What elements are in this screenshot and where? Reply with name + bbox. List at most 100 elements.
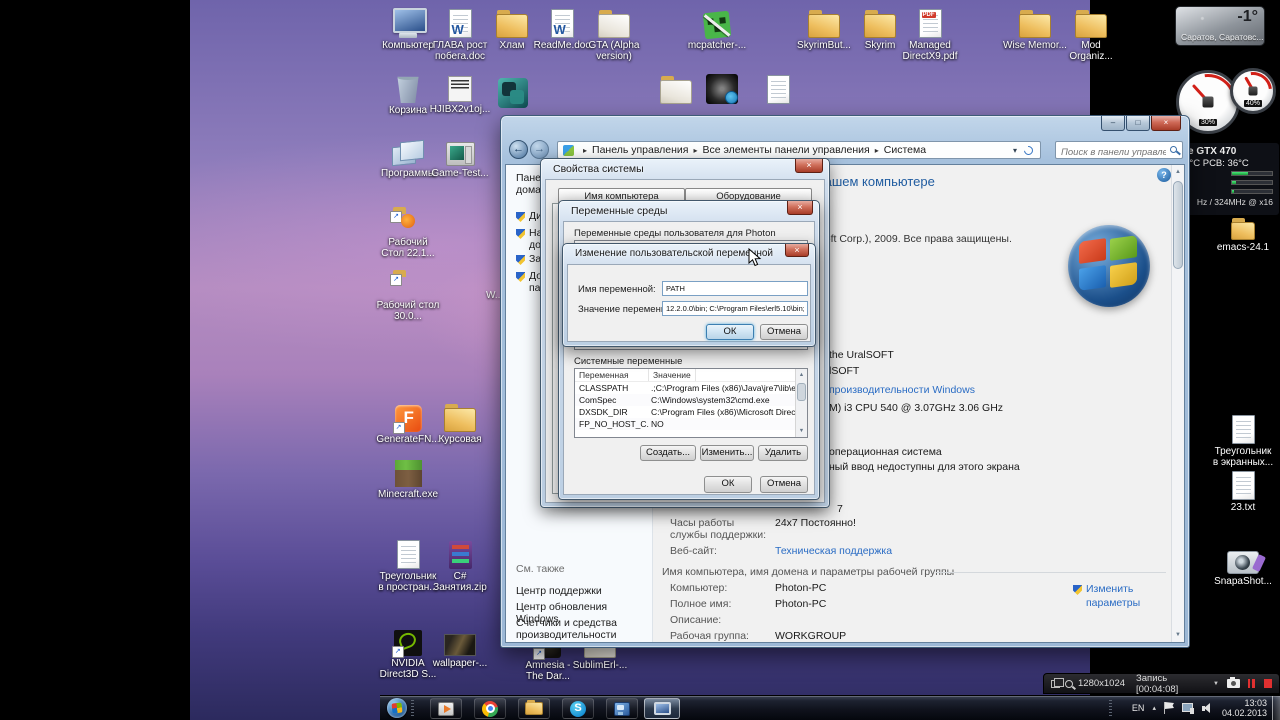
start-button[interactable] bbox=[387, 698, 407, 718]
breadcrumb-item[interactable]: Панель управления bbox=[592, 144, 688, 156]
desktop-icon-wallpaper[interactable]: wallpaper-... bbox=[428, 630, 492, 669]
desktop-icon-zip[interactable]: C# Занятия.zip bbox=[428, 537, 492, 593]
screen: Компьютер ГЛАВА рост побега.doc Хлам Rea… bbox=[0, 0, 1280, 720]
desktop-icon-folder[interactable]: SkyrimBut... bbox=[792, 6, 856, 51]
desktop-icon-folder[interactable]: Mod Organiz... bbox=[1059, 6, 1123, 62]
scrollbar-thumb[interactable] bbox=[1173, 181, 1183, 269]
ok-button[interactable]: ОК bbox=[704, 476, 752, 493]
desktop-icon-folder[interactable]: Wise Memor... bbox=[1003, 6, 1067, 51]
desktop-icon-app[interactable] bbox=[485, 76, 541, 110]
close-button[interactable]: × bbox=[785, 244, 809, 257]
desktop-icon-game-test[interactable]: Game-Test... bbox=[428, 138, 492, 179]
desktop-icon-mcpatcher[interactable]: mcpatcher-... bbox=[685, 6, 749, 51]
ram-meter-gadget[interactable]: 40% bbox=[1230, 68, 1276, 114]
desktop-icon-text-doc[interactable]: 23.txt bbox=[1211, 470, 1275, 513]
close-button[interactable]: × bbox=[795, 159, 823, 173]
breadcrumb-item[interactable]: Система bbox=[884, 144, 926, 156]
new-button[interactable]: Создать... bbox=[640, 445, 696, 461]
search-input[interactable] bbox=[1056, 144, 1182, 161]
media-player-icon bbox=[438, 701, 454, 716]
language-indicator[interactable]: EN bbox=[1132, 703, 1145, 713]
variable-row[interactable]: ComSpec C:\Windows\system32\cmd.exe bbox=[575, 394, 807, 406]
variable-name-input[interactable] bbox=[662, 281, 808, 296]
variable-row[interactable]: FP_NO_HOST_C... NO bbox=[575, 418, 807, 430]
desktop-icon-desktop-folder[interactable]: Рабочий Стол 22.1... bbox=[376, 205, 440, 259]
sidebar-link-performance[interactable]: Счетчики и средства производительности bbox=[516, 617, 646, 641]
tech-support-link[interactable]: Техническая поддержка bbox=[775, 545, 892, 557]
desktop-icon-pdf[interactable]: Managed DirectX9.pdf bbox=[898, 6, 962, 62]
divider bbox=[936, 572, 1166, 573]
action-center-icon[interactable] bbox=[1163, 702, 1174, 714]
desktop-icon-minecraft[interactable]: Minecraft.exe bbox=[376, 455, 440, 500]
search-box[interactable] bbox=[1055, 141, 1183, 161]
firefox-folder-icon bbox=[376, 205, 440, 235]
screenshot-icon[interactable] bbox=[1226, 677, 1240, 688]
dialog-title: Свойства системы bbox=[553, 163, 644, 175]
system-variables-list[interactable]: Переменная Значение CLASSPATH .;C:\Progra… bbox=[574, 368, 808, 438]
folder-icon bbox=[1211, 216, 1275, 240]
desktop-icon-doc[interactable] bbox=[746, 74, 810, 106]
delete-button[interactable]: Удалить bbox=[758, 445, 808, 461]
ok-button[interactable]: ОК bbox=[706, 324, 754, 340]
taskbar-item-skype[interactable]: S bbox=[562, 698, 594, 719]
taskbar-item-explorer[interactable] bbox=[518, 698, 550, 719]
scroll-up-icon[interactable]: ▲ bbox=[1172, 165, 1184, 179]
desktop-icon-folder[interactable]: GTA (Alpha version) bbox=[582, 6, 646, 62]
weather-location: Саратов, Саратовс... bbox=[1181, 32, 1264, 42]
desktop-icon-text-doc[interactable]: Треугольник в экранных... bbox=[1211, 412, 1275, 468]
maximize-button[interactable]: □ bbox=[1126, 116, 1150, 131]
close-button[interactable]: × bbox=[787, 201, 813, 215]
desktop-icon-video[interactable] bbox=[690, 72, 754, 106]
search-icon bbox=[1170, 146, 1177, 153]
window-mode-icon[interactable] bbox=[1051, 677, 1064, 688]
minimize-button[interactable]: – bbox=[1101, 116, 1125, 131]
taskbar-item-control-panel[interactable] bbox=[606, 698, 638, 719]
clock[interactable]: 13:03 04.02.2013 bbox=[1222, 698, 1267, 718]
desktop-icon-desktop-folder[interactable]: Рабочий стол 30.0... bbox=[376, 268, 440, 322]
refresh-icon[interactable] bbox=[1022, 143, 1035, 157]
back-button[interactable]: ← bbox=[509, 140, 528, 159]
zoom-icon[interactable] bbox=[1065, 679, 1073, 688]
vertical-scrollbar[interactable]: ▲ ▼ bbox=[1171, 165, 1184, 642]
forward-button[interactable]: → bbox=[530, 140, 549, 159]
taskbar-item-chrome[interactable] bbox=[474, 698, 506, 719]
variable-value-input[interactable] bbox=[662, 301, 808, 316]
support-hours-value: 24x7 Постоянно! bbox=[775, 517, 856, 529]
breadcrumb-item[interactable]: Все элементы панели управления bbox=[703, 144, 870, 156]
edit-button[interactable]: Изменить... bbox=[700, 445, 754, 461]
close-button[interactable]: × bbox=[1151, 116, 1181, 131]
video-thumbnail-icon bbox=[690, 72, 754, 104]
taskbar-item-mpc[interactable] bbox=[430, 698, 462, 719]
desktop-icon-folder[interactable]: Курсовая bbox=[428, 402, 492, 445]
help-icon[interactable]: ? bbox=[1157, 168, 1171, 182]
explorer-folder-icon bbox=[525, 700, 543, 715]
network-icon[interactable] bbox=[1181, 702, 1194, 714]
cancel-button[interactable]: Отмена bbox=[760, 476, 808, 493]
performance-index-link[interactable]: производительности Windows bbox=[829, 384, 975, 396]
weather-gadget[interactable]: -1° Саратов, Саратовс... bbox=[1175, 6, 1265, 46]
pause-icon[interactable] bbox=[1247, 679, 1255, 688]
sidebar-link-action-center[interactable]: Центр поддержки bbox=[516, 585, 646, 598]
volume-icon[interactable] bbox=[1201, 702, 1214, 714]
taskbar-item-system-active[interactable] bbox=[644, 698, 680, 719]
scroll-down-icon[interactable]: ▼ bbox=[1172, 628, 1184, 642]
taskbar-divider bbox=[411, 700, 414, 717]
breadcrumb-dropdown-icon[interactable]: ▾ bbox=[1013, 146, 1017, 155]
breadcrumb[interactable]: ▸ Панель управления ▸ Все элементы панел… bbox=[557, 141, 1041, 159]
recorder-status: Запись [00:04:08] bbox=[1136, 672, 1179, 695]
tray-expand-icon[interactable]: ▴ bbox=[1152, 704, 1156, 712]
variable-row[interactable]: DXSDK_DIR C:\Program Files (x86)\Microsof… bbox=[575, 406, 807, 418]
list-scrollbar[interactable]: ▲ ▼ bbox=[795, 369, 807, 437]
variable-row[interactable]: CLASSPATH .;C:\Program Files (x86)\Java\j… bbox=[575, 382, 807, 394]
gauge-hub bbox=[1202, 96, 1214, 108]
desktop-icon-snapashot[interactable]: SnapaShot... bbox=[1211, 542, 1275, 587]
scrollbar-thumb[interactable] bbox=[797, 383, 806, 401]
cancel-button[interactable]: Отмена bbox=[760, 324, 808, 340]
show-desktop-button[interactable] bbox=[1272, 696, 1280, 720]
recorder-dropdown-icon[interactable]: ▼ bbox=[1213, 681, 1219, 687]
row-label: Описание: bbox=[670, 614, 722, 626]
desktop-icon-emacs[interactable]: emacs-24.1 bbox=[1211, 216, 1275, 253]
skype-icon: S bbox=[570, 700, 586, 717]
stop-record-icon[interactable] bbox=[1263, 679, 1272, 688]
desktop-icon-file[interactable]: HJIBX2v1oj... bbox=[428, 74, 492, 115]
